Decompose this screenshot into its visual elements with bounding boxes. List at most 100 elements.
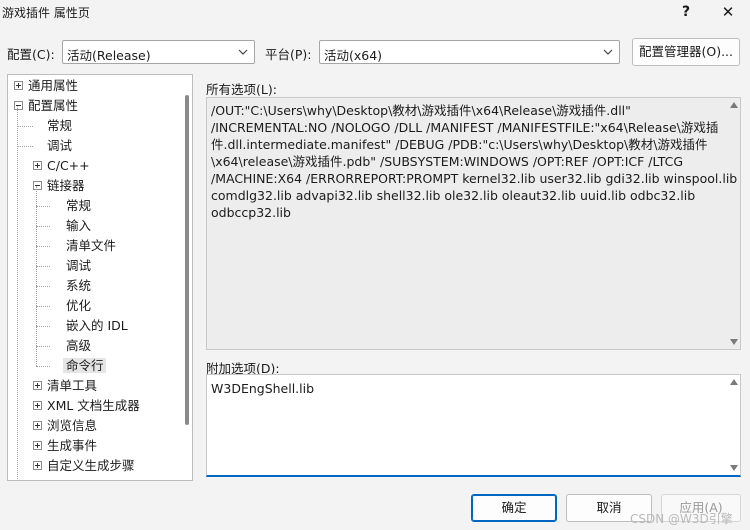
platform-label: 平台(P): — [265, 47, 312, 62]
chevron-down-icon — [238, 49, 248, 55]
scroll-down-icon[interactable] — [730, 465, 738, 471]
help-button[interactable]: ? — [666, 0, 706, 24]
expand-icon[interactable] — [32, 376, 44, 396]
additional-options-textbox[interactable]: W3DEngShell.lib — [206, 374, 741, 477]
property-tree: 通用属性 配置属性 常规 调试 C/C++ 链接器 常规 输入 清单文件 调试 系统 优化 嵌入的 ID… — [7, 74, 193, 481]
expand-icon[interactable] — [32, 456, 44, 476]
tree-item-label: 嵌入的 IDL — [66, 318, 128, 333]
tree-item-label: 常规 — [66, 198, 92, 213]
tree-connector — [51, 236, 63, 256]
tree-item[interactable]: 自定义生成步骤 — [32, 456, 137, 476]
tree-item-label: 命令行 — [63, 358, 106, 373]
tree-item-label: 常规 — [47, 118, 73, 133]
tree-item[interactable]: 常规 — [32, 116, 74, 136]
config-manager-button[interactable]: 配置管理器(O)... — [632, 38, 740, 66]
tree-item-label: XML 文档生成器 — [47, 398, 140, 413]
all-options-label: 所有选项(L): — [206, 82, 277, 97]
platform-dropdown-value: 活动(x64) — [324, 48, 383, 63]
tree-guide-line — [36, 326, 50, 327]
tree-item[interactable]: 调试 — [32, 136, 74, 156]
tree-guide-line — [36, 206, 50, 207]
tree-item[interactable]: 系统 — [51, 276, 93, 296]
tree-item-label: 输入 — [66, 218, 92, 233]
scroll-up-icon[interactable] — [730, 379, 738, 385]
all-options-line: comdlg32.lib advapi32.lib shell32.lib ol… — [211, 188, 696, 203]
expand-icon[interactable] — [32, 396, 44, 416]
collapse-icon[interactable] — [13, 96, 25, 116]
tree-item[interactable]: 嵌入的 IDL — [51, 316, 130, 336]
tree-scrollbar[interactable] — [182, 75, 192, 480]
tree-item-label: 优化 — [66, 298, 92, 313]
all-options-line: \x64\release\游戏插件.pdb" /SUBSYSTEM:WINDOW… — [211, 154, 684, 169]
tree-guide-line — [36, 346, 50, 347]
tree-connector — [51, 196, 63, 216]
tree-item[interactable]: 命令行 — [51, 356, 106, 376]
tree-item-label: 系统 — [66, 278, 92, 293]
tree-item[interactable]: 通用属性 — [13, 76, 80, 96]
tree-item[interactable]: 调试 — [51, 256, 93, 276]
watermark: CSDN @W3D引擎 — [630, 512, 733, 526]
tree-item[interactable]: 优化 — [51, 296, 93, 316]
config-dropdown-value: 活动(Release) — [67, 48, 151, 63]
tree-item[interactable]: C/C++ — [32, 156, 92, 176]
tree-item[interactable]: XML 文档生成器 — [32, 396, 142, 416]
tree-item-label: 自定义生成步骤 — [47, 458, 135, 473]
tree-connector — [32, 136, 44, 156]
tree-item[interactable]: 配置属性 — [13, 96, 80, 116]
tree-guide-line — [17, 126, 33, 127]
tree-guide-line — [36, 366, 50, 367]
tree-item-label: 浏览信息 — [47, 418, 98, 433]
tree-item[interactable]: 输入 — [51, 216, 93, 236]
tree-item-label: 配置属性 — [28, 98, 79, 113]
tree-guide-line — [36, 286, 50, 287]
config-dropdown[interactable]: 活动(Release) — [62, 40, 255, 64]
scroll-down-icon[interactable] — [730, 339, 738, 345]
tree-item-label: 清单文件 — [66, 238, 117, 253]
tree-connector — [32, 116, 44, 136]
title-bar: 游戏插件 属性页 ? ✕ — [0, 0, 750, 26]
tree-item[interactable]: 链接器 — [32, 176, 87, 196]
all-options-line: 件.dll.intermediate.manifest" /DEBUG /PDB… — [211, 137, 708, 152]
tree-item-label: 高级 — [66, 338, 92, 353]
all-options-textbox[interactable]: /OUT:"C:\Users\why\Desktop\教材\游戏插件\x64\R… — [206, 97, 741, 350]
config-label: 配置(C): — [7, 47, 55, 62]
expand-icon[interactable] — [13, 76, 25, 96]
tree-connector — [51, 296, 63, 316]
chevron-down-icon — [603, 49, 613, 55]
all-options-text: /OUT:"C:\Users\why\Desktop\教材\游戏插件\x64\R… — [211, 102, 738, 221]
close-button[interactable]: ✕ — [708, 0, 748, 24]
tree-item-label: 链接器 — [47, 178, 85, 193]
tree-item[interactable]: 清单文件 — [51, 236, 118, 256]
collapse-icon[interactable] — [32, 176, 44, 196]
tree-item-label: C/C++ — [47, 158, 90, 173]
ok-button[interactable]: 确定 — [471, 494, 557, 522]
tree-connector — [51, 256, 63, 276]
all-options-scrollbar[interactable] — [728, 98, 740, 349]
tree-item-label: 清单工具 — [47, 378, 98, 393]
tree-guide-line — [17, 146, 33, 147]
tree-guide-line — [36, 306, 50, 307]
expand-icon[interactable] — [32, 156, 44, 176]
tree-guide-line — [36, 266, 50, 267]
tree-connector — [51, 276, 63, 296]
tree-guide-line — [36, 186, 37, 366]
window-title: 游戏插件 属性页 — [2, 6, 90, 20]
additional-options-text: W3DEngShell.lib — [211, 381, 315, 396]
tree-connector — [51, 316, 63, 336]
tree-scrollbar-thumb[interactable] — [185, 95, 189, 425]
tree-item[interactable]: 高级 — [51, 336, 93, 356]
additional-options-scrollbar[interactable] — [728, 375, 740, 475]
tree-item-label: 通用属性 — [28, 78, 79, 93]
tree-guide-line — [17, 106, 18, 479]
expand-icon[interactable] — [32, 436, 44, 456]
platform-dropdown[interactable]: 活动(x64) — [319, 40, 620, 64]
tree-item[interactable]: 浏览信息 — [32, 416, 99, 436]
tree-connector — [51, 336, 63, 356]
expand-icon[interactable] — [32, 416, 44, 436]
tree-item[interactable]: 清单工具 — [32, 376, 99, 396]
tree-item[interactable]: 常规 — [51, 196, 93, 216]
all-options-line: /OUT:"C:\Users\why\Desktop\教材\游戏插件\x64\R… — [211, 103, 631, 118]
tree-item[interactable]: 生成事件 — [32, 436, 99, 456]
all-options-line: /MACHINE:X64 /ERRORREPORT:PROMPT kernel3… — [211, 171, 738, 186]
scroll-up-icon[interactable] — [730, 102, 738, 108]
